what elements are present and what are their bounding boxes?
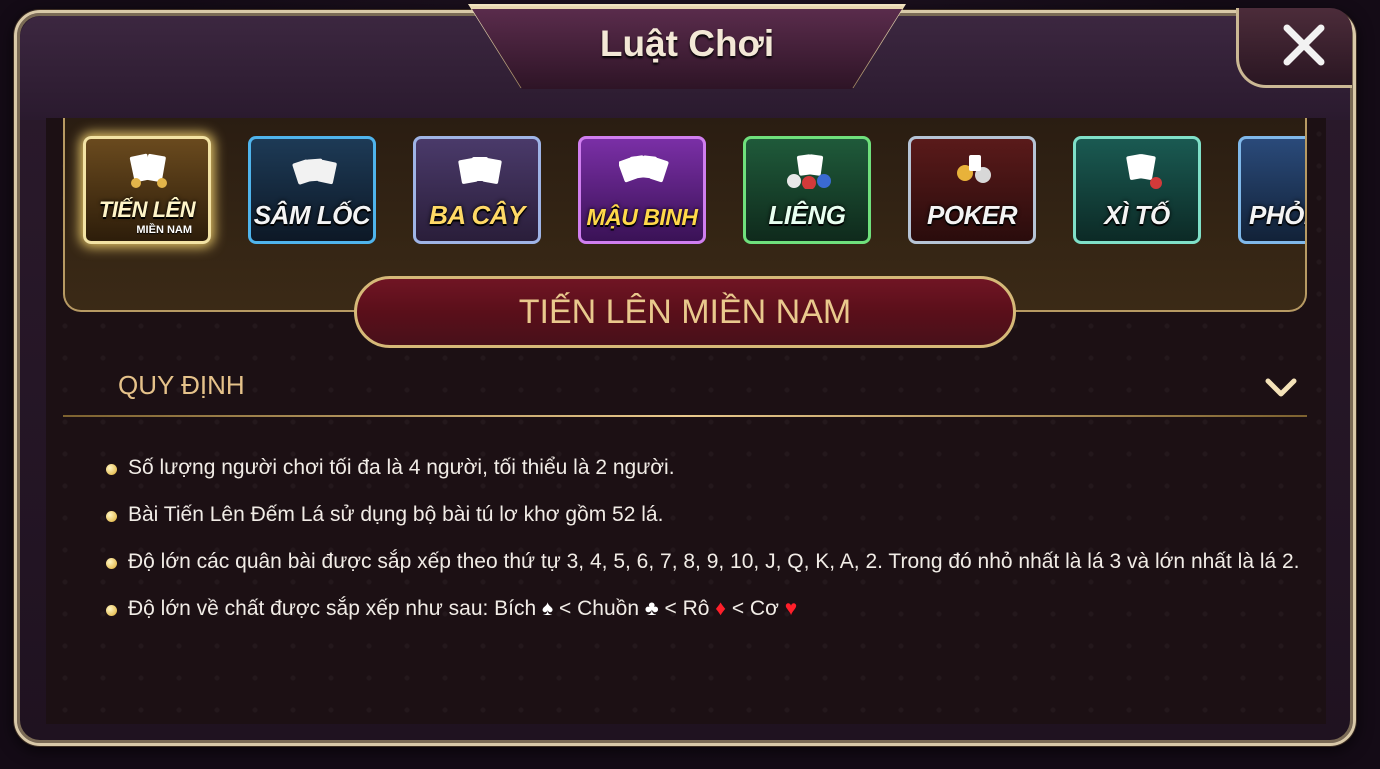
chips-icon xyxy=(957,155,991,183)
club-icon: ♣ xyxy=(644,597,659,620)
suit-rule-text: < Chuồn xyxy=(553,597,645,620)
tab-label: MẬU BINH xyxy=(586,204,699,230)
tab-tien-len[interactable]: TIẾN LÊN MIỀN NAM xyxy=(83,136,211,244)
tab-mau-binh[interactable]: MẬU BINH xyxy=(578,136,706,244)
tab-label: LIÊNG xyxy=(768,200,846,230)
tab-label: BA CÂY xyxy=(429,200,525,230)
cards-icon xyxy=(619,155,669,183)
tab-phom[interactable]: PHỎM xyxy=(1238,136,1307,244)
spade-icon: ♠ xyxy=(542,597,554,620)
tab-poker[interactable]: POKER xyxy=(908,136,1036,244)
suit-rule-text: Độ lớn về chất được sắp xếp như sau: Bíc… xyxy=(128,597,543,620)
section-title: QUY ĐỊNH xyxy=(118,370,245,400)
tab-label: TIẾN LÊN xyxy=(98,197,196,222)
tab-label: SÂM LỐC xyxy=(253,200,371,230)
tab-sublabel: MIỀN NAM xyxy=(136,224,192,236)
suit-rule-text: < Rô xyxy=(658,597,716,620)
cards-icon xyxy=(292,158,337,185)
dialog-title: Luật Chơi xyxy=(599,23,775,64)
game-title: TIẾN LÊN MIỀN NAM xyxy=(518,293,852,331)
tab-sam-loc[interactable]: SÂM LỐC xyxy=(248,136,376,244)
section-divider xyxy=(63,415,1307,417)
game-title-banner: TIẾN LÊN MIỀN NAM xyxy=(354,276,1016,348)
tab-label: PHỎM xyxy=(1249,200,1305,230)
rule-item: Số lượng người chơi tối đa là 4 người, t… xyxy=(104,450,1314,485)
tab-lieng[interactable]: LIÊNG xyxy=(743,136,871,244)
rule-item-suits: Độ lớn về chất được sắp xếp như sau: Bíc… xyxy=(104,591,1314,626)
tab-label: XÌ TỐ xyxy=(1104,200,1170,230)
tab-label: POKER xyxy=(927,200,1017,230)
close-button[interactable] xyxy=(1236,8,1352,88)
heart-icon: ♥ xyxy=(784,597,798,620)
close-icon xyxy=(1283,24,1325,66)
cards-icon xyxy=(1126,154,1162,189)
tab-ba-cay[interactable]: BA CÂY xyxy=(413,136,541,244)
coins-icon xyxy=(1279,153,1307,189)
rules-list: Số lượng người chơi tối đa là 4 người, t… xyxy=(104,450,1314,638)
cards-icon xyxy=(129,153,167,188)
chevron-down-icon[interactable] xyxy=(1264,376,1298,400)
suit-rule-text: < Cơ xyxy=(725,597,785,620)
diamond-icon: ♦ xyxy=(715,597,726,620)
chips-icon xyxy=(787,154,831,189)
rule-item: Bài Tiến Lên Đếm Lá sử dụng bộ bài tú lơ… xyxy=(104,497,1314,532)
tab-xi-to[interactable]: XÌ TỐ xyxy=(1073,136,1201,244)
cards-icon xyxy=(458,157,502,184)
rule-item: Độ lớn các quân bài được sắp xếp theo th… xyxy=(104,544,1314,579)
